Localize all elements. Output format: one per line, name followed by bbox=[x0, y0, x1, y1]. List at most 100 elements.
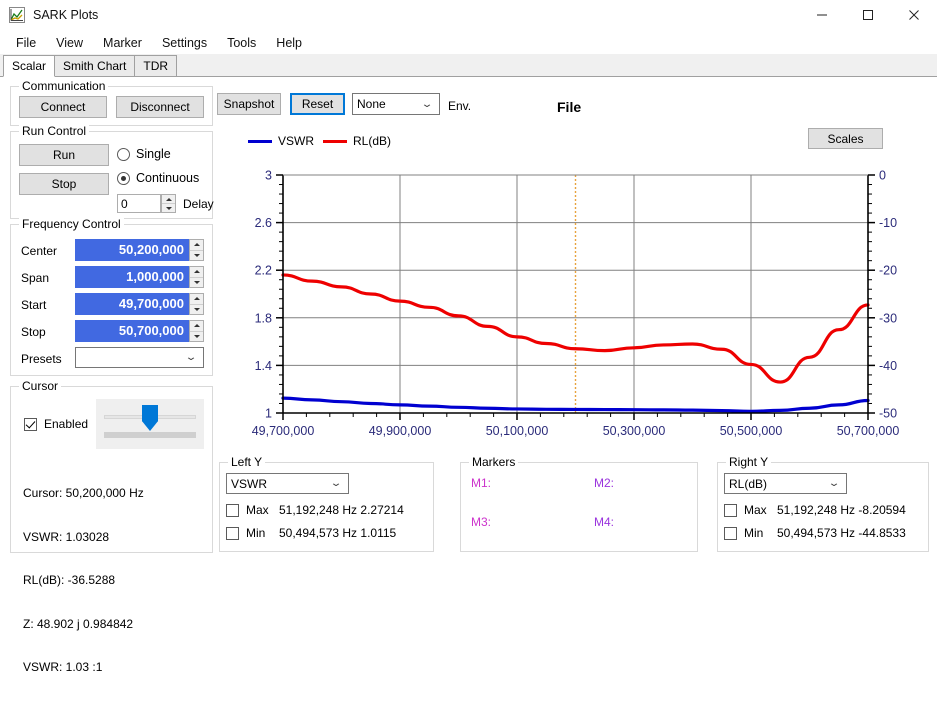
start-spin-buttons[interactable] bbox=[189, 293, 204, 315]
run-button[interactable]: Run bbox=[19, 144, 109, 166]
menu-item-help[interactable] bbox=[312, 40, 332, 46]
env-select-value: None bbox=[357, 97, 386, 111]
center-spin-up[interactable] bbox=[190, 240, 203, 251]
center-spin-buttons[interactable] bbox=[189, 239, 204, 261]
menu-item-marker[interactable]: Marker bbox=[93, 33, 152, 53]
connect-button[interactable]: Connect bbox=[19, 96, 107, 118]
reset-button[interactable]: Reset bbox=[290, 93, 345, 115]
marker-m2[interactable]: M2: bbox=[594, 476, 614, 490]
scales-button[interactable]: Scales bbox=[808, 128, 883, 149]
left-y-min-checkbox[interactable]: Min 50,494,573 Hz 1.0115 bbox=[226, 526, 396, 540]
span-spin-buttons[interactable] bbox=[189, 266, 204, 288]
chevron-down-icon: ⌄ bbox=[184, 352, 198, 363]
plot-canvas[interactable]: 1 1.4 1.8 2.2 2.6 3 -50 -40 -30 -20 -10 0 49,700,000… bbox=[235, 160, 935, 445]
menu-item-file[interactable]: File bbox=[6, 33, 46, 53]
legend-label-rl: RL(dB) bbox=[353, 134, 392, 148]
chevron-up-icon bbox=[193, 297, 200, 301]
tab-scalar[interactable]: Scalar bbox=[3, 55, 56, 77]
radio-single-label: Single bbox=[136, 147, 171, 161]
chevron-up-icon bbox=[165, 197, 172, 201]
span-frequency-input[interactable]: 1,000,000 bbox=[75, 266, 189, 288]
right-y-min-checkbox[interactable]: Min 50,494,573 Hz -44.8533 bbox=[724, 526, 906, 540]
left-y-select[interactable]: VSWR ⌄ bbox=[226, 473, 349, 494]
marker-m4[interactable]: M4: bbox=[594, 515, 614, 529]
menu-item-settings[interactable]: Settings bbox=[152, 33, 217, 53]
tab-tdr[interactable]: TDR bbox=[134, 55, 178, 76]
cursor-group-label: Cursor bbox=[19, 379, 62, 393]
delay-stepper[interactable]: 0 bbox=[117, 194, 176, 213]
left-y-min-value: 50,494,573 Hz 1.0115 bbox=[279, 526, 397, 540]
chevron-down-icon: ⌄ bbox=[420, 98, 434, 110]
start-spin-down[interactable] bbox=[190, 305, 203, 315]
span-spin-down[interactable] bbox=[190, 278, 203, 288]
cursor-slider[interactable] bbox=[96, 399, 204, 449]
right-y-min-checkbox-box bbox=[724, 526, 737, 540]
stop-spin-buttons[interactable] bbox=[189, 320, 204, 342]
maximize-button[interactable] bbox=[845, 0, 891, 31]
delay-spin-up[interactable] bbox=[162, 195, 175, 204]
center-frequency-stepper[interactable]: 50,200,000 bbox=[75, 239, 204, 261]
tick-label-x: 49,700,000 bbox=[252, 424, 315, 438]
tick-label-right: -20 bbox=[879, 264, 897, 278]
right-y-select[interactable]: RL(dB) ⌄ bbox=[724, 473, 847, 494]
env-select[interactable]: None ⌄ bbox=[352, 93, 440, 115]
tick-label-left: 3 bbox=[265, 169, 272, 183]
menu-item-tools[interactable]: Tools bbox=[217, 33, 266, 53]
center-frequency-input[interactable]: 50,200,000 bbox=[75, 239, 189, 261]
delay-spin-down[interactable] bbox=[162, 204, 175, 212]
disconnect-button[interactable]: Disconnect bbox=[116, 96, 204, 118]
stop-label: Stop bbox=[21, 325, 46, 339]
right-y-max-value: 51,192,248 Hz -8.20594 bbox=[777, 503, 906, 517]
left-y-max-label: Max bbox=[246, 503, 269, 517]
cursor-enabled-checkbox[interactable]: Enabled bbox=[24, 417, 88, 431]
span-spin-up[interactable] bbox=[190, 267, 203, 278]
left-y-group-label: Left Y bbox=[228, 455, 266, 469]
cursor-enabled-checkbox-box bbox=[24, 417, 37, 431]
cursor-slider-thumb[interactable] bbox=[142, 405, 158, 431]
cursor-enabled-label: Enabled bbox=[44, 417, 89, 431]
close-button[interactable] bbox=[891, 0, 937, 31]
marker-m1[interactable]: M1: bbox=[471, 476, 491, 490]
radio-single-indicator bbox=[117, 147, 130, 161]
radio-single[interactable]: Single bbox=[117, 147, 171, 161]
span-frequency-stepper[interactable]: 1,000,000 bbox=[75, 266, 204, 288]
start-frequency-stepper[interactable]: 49,700,000 bbox=[75, 293, 204, 315]
stop-spin-up[interactable] bbox=[190, 321, 203, 332]
presets-select[interactable]: ⌄ bbox=[75, 347, 204, 368]
tab-strip: Scalar Smith Chart TDR bbox=[0, 54, 937, 77]
tick-label-x: 50,700,000 bbox=[837, 424, 900, 438]
cursor-readout: Cursor: 50,200,000 Hz VSWR: 1.03028 RL(d… bbox=[23, 457, 144, 704]
left-y-max-checkbox-box bbox=[226, 503, 239, 517]
radio-continuous[interactable]: Continuous bbox=[117, 171, 199, 185]
delay-input[interactable]: 0 bbox=[117, 194, 161, 213]
snapshot-button[interactable]: Snapshot bbox=[217, 93, 281, 115]
scalar-plot[interactable]: 1 1.4 1.8 2.2 2.6 3 -50 -40 -30 -20 -10 0 49,700,000… bbox=[235, 160, 935, 445]
right-y-max-checkbox[interactable]: Max 51,192,248 Hz -8.20594 bbox=[724, 503, 906, 517]
frequency-control-group: Frequency Control Center 50,200,000 Span… bbox=[10, 217, 213, 376]
minimize-button[interactable] bbox=[799, 0, 845, 31]
title-bar: SARK Plots bbox=[0, 0, 937, 31]
left-y-min-checkbox-box bbox=[226, 526, 239, 540]
menu-item-export[interactable]: Help bbox=[266, 33, 312, 53]
start-label: Start bbox=[21, 298, 47, 312]
cursor-readout-rl: RL(dB): -36.5288 bbox=[23, 573, 116, 587]
delay-spin-buttons[interactable] bbox=[161, 194, 176, 213]
menu-item-view[interactable]: View bbox=[46, 33, 93, 53]
stop-frequency-stepper[interactable]: 50,700,000 bbox=[75, 320, 204, 342]
start-spin-up[interactable] bbox=[190, 294, 203, 305]
cursor-readout-vswr-ratio: VSWR: 1.03 :1 bbox=[23, 660, 103, 674]
frequency-control-group-label: Frequency Control bbox=[19, 217, 124, 231]
marker-m3[interactable]: M3: bbox=[471, 515, 491, 529]
center-spin-down[interactable] bbox=[190, 251, 203, 261]
stop-button[interactable]: Stop bbox=[19, 173, 109, 195]
tab-smith-chart[interactable]: Smith Chart bbox=[54, 55, 136, 76]
tick-label-left: 1 bbox=[265, 407, 272, 421]
tick-label-right: 0 bbox=[879, 169, 886, 183]
run-control-group: Run Control Run Stop Single Continuous 0… bbox=[10, 124, 214, 219]
stop-spin-down[interactable] bbox=[190, 332, 203, 342]
stop-frequency-input[interactable]: 50,700,000 bbox=[75, 320, 189, 342]
start-frequency-input[interactable]: 49,700,000 bbox=[75, 293, 189, 315]
chevron-down-icon: ⌄ bbox=[329, 478, 343, 489]
left-y-max-checkbox[interactable]: Max 51,192,248 Hz 2.27214 bbox=[226, 503, 404, 517]
presets-label: Presets bbox=[21, 352, 62, 366]
